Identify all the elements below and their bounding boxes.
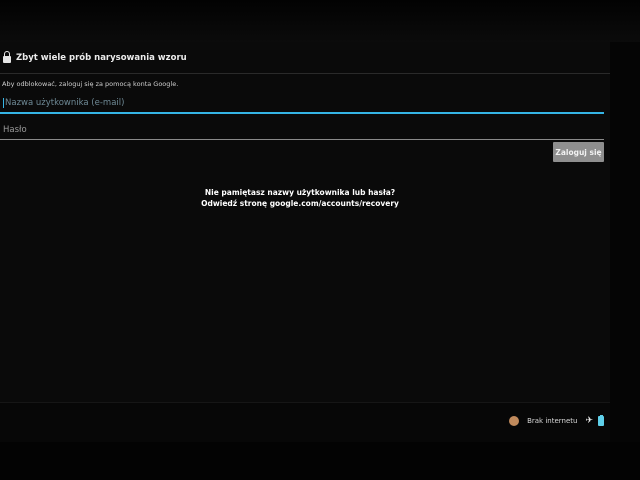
page-title: Zbyt wiele prób narysowania wzoru	[16, 52, 187, 63]
username-placeholder: Nazwa użytkownika (e-mail)	[5, 98, 125, 108]
username-field[interactable]: Nazwa użytkownika (e-mail)	[0, 92, 604, 114]
text-cursor	[3, 98, 4, 108]
recovery-link[interactable]: Odwiedź stronę google.com/accounts/recov…	[150, 198, 450, 209]
password-field[interactable]: Hasło	[0, 118, 604, 140]
recovery-line-1: Nie pamiętasz nazwy użytkownika lub hasł…	[204, 188, 396, 197]
battery-icon	[598, 415, 604, 426]
device-bezel-top	[0, 0, 640, 42]
device-bezel-bottom	[0, 442, 640, 480]
login-button[interactable]: Zaloguj się	[553, 142, 604, 162]
password-placeholder: Hasło	[3, 125, 27, 135]
recovery-hint: Nie pamiętasz nazwy użytkownika lub hasł…	[150, 187, 450, 209]
title-bar: Zbyt wiele prób narysowania wzoru	[0, 42, 610, 74]
notification-icon[interactable]	[509, 415, 520, 426]
lock-screen: Zbyt wiele prób narysowania wzoru Aby od…	[0, 42, 610, 432]
instruction-text: Aby odblokować, zaloguj się za pomocą ko…	[2, 80, 179, 88]
status-area[interactable]: Brak internetu ✈	[509, 415, 604, 426]
lock-icon	[3, 50, 11, 64]
status-bar: Brak internetu ✈	[0, 402, 610, 442]
network-status: Brak internetu	[527, 416, 578, 425]
airplane-mode-icon: ✈	[585, 415, 593, 426]
